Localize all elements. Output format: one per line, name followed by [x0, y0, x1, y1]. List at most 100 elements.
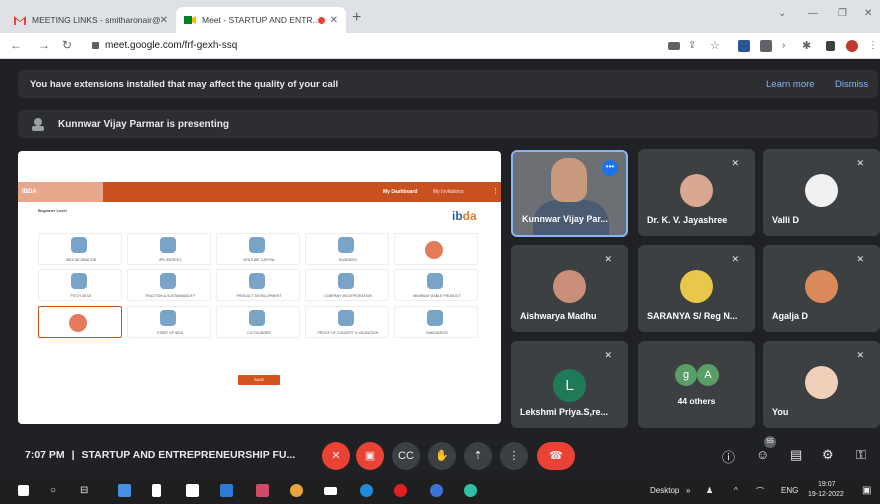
mic-off-icon: ✕	[856, 158, 864, 168]
tile-participant[interactable]: ✕ Aishwarya Madhu	[511, 245, 628, 332]
presenting-bar: Kunnwar Vijay Parmar is presenting	[18, 110, 878, 138]
desktop-label[interactable]: Desktop	[650, 486, 679, 495]
chrome-app-icon[interactable]	[464, 484, 477, 497]
photos-icon[interactable]	[256, 484, 269, 497]
word-extension-icon[interactable]	[738, 40, 750, 52]
module-label: START UP IDEA	[157, 331, 183, 335]
menu-icon[interactable]: ⋮	[868, 40, 878, 51]
module-illustration	[338, 273, 354, 289]
people-icon[interactable]: ☺	[756, 447, 769, 462]
learn-more-link[interactable]: Learn more	[766, 79, 815, 90]
chevron-down-icon[interactable]: ⌄	[778, 8, 786, 19]
star-icon[interactable]: ☆	[710, 39, 720, 52]
windows-start-icon[interactable]	[18, 485, 29, 496]
clock-date[interactable]: 19-12-2022	[808, 491, 844, 498]
zoom-icon[interactable]	[430, 484, 443, 497]
share-icon[interactable]: ⇪	[688, 40, 696, 51]
reload-icon[interactable]: ↻	[62, 38, 72, 52]
captions-button[interactable]: CC	[392, 442, 420, 470]
avatar[interactable]	[846, 40, 858, 52]
clock-time[interactable]: 19:07	[818, 481, 836, 488]
file-icon[interactable]	[152, 484, 161, 497]
chrome-icon[interactable]	[290, 484, 303, 497]
close-icon[interactable]: ✕	[330, 15, 338, 26]
chevron-up-icon[interactable]: ^	[734, 486, 738, 495]
host-controls-icon[interactable]: ⚿	[856, 447, 866, 463]
participant-name: Lekshmi Priya.S,re...	[520, 407, 609, 417]
module-card	[38, 306, 122, 338]
close-icon[interactable]: ✕	[160, 15, 168, 26]
leave-call-button[interactable]: ☎	[537, 442, 575, 470]
chevron-icon[interactable]: »	[686, 486, 690, 495]
language-label[interactable]: ENG	[781, 486, 798, 495]
tile-participant[interactable]: ✕ L Lekshmi Priya.S,re...	[511, 341, 628, 428]
tile-others[interactable]: g A 44 others	[638, 341, 755, 428]
module-label: CO-FOUNDER	[247, 331, 271, 335]
module-illustration	[427, 273, 443, 289]
app-icon[interactable]	[118, 484, 131, 497]
mail-icon[interactable]	[324, 487, 337, 495]
module-card: INNOVATION	[394, 306, 478, 338]
store-icon[interactable]	[186, 484, 199, 497]
tab-meeting-links[interactable]: MEETING LINKS - smitharonair@ ... ✕	[6, 7, 176, 33]
tile-participant[interactable]: ✕ Dr. K. V. Jayashree	[638, 149, 755, 236]
edge-icon[interactable]	[360, 484, 373, 497]
module-illustration	[160, 237, 176, 253]
puzzle-icon[interactable]: ✱	[802, 39, 811, 52]
raise-hand-button[interactable]: ✋	[428, 442, 456, 470]
sidepanel-icon[interactable]	[826, 41, 835, 51]
mic-toggle-button[interactable]: ✕	[322, 442, 350, 470]
extension-icon[interactable]	[760, 40, 772, 52]
tile-participant[interactable]: ✕ Valli D	[763, 149, 880, 236]
tile-presenter[interactable]: ••• Kunnwar Vijay Par...	[511, 150, 628, 237]
module-card: IPR (PATENT)	[127, 233, 211, 265]
tab-meet[interactable]: Meet - STARTUP AND ENTR... ✕	[176, 7, 346, 33]
close-window-button[interactable]: ✕	[864, 8, 872, 19]
network-icon[interactable]: ⌒	[756, 486, 764, 497]
arrow-extension-icon[interactable]: ›	[782, 40, 785, 51]
more-options-button[interactable]: ⋮	[500, 442, 528, 470]
participant-name: Kunnwar Vijay Par...	[522, 214, 608, 224]
back-icon[interactable]: ←	[10, 38, 22, 52]
restore-button[interactable]: ❐	[838, 8, 847, 19]
search-icon[interactable]: ○	[50, 485, 56, 496]
info-icon[interactable]: ⓘ	[722, 447, 735, 466]
menu-icon: ⋮	[492, 188, 499, 195]
tile-participant[interactable]: ✕ SARANYA S/ Reg N...	[638, 245, 755, 332]
module-label: PRODUCT DEVELOPMENT	[236, 294, 282, 298]
avatar	[805, 270, 838, 303]
minimize-button[interactable]: —	[808, 8, 818, 19]
task-view-icon[interactable]: ⊟	[80, 485, 88, 496]
presenter-face	[551, 158, 587, 202]
chat-icon[interactable]: ▤	[790, 447, 802, 463]
shared-screen: IBDA My Dashboard My Invitations ⋮ Begin…	[18, 151, 501, 424]
module-card: BUSINESS	[305, 233, 389, 265]
module-label: INNOVATION	[426, 331, 448, 335]
module-label: MINIMUM VIABLE PRODUCT	[413, 294, 461, 298]
notifications-icon[interactable]: ▣	[862, 485, 871, 496]
dismiss-button[interactable]: Dismiss	[835, 79, 868, 90]
extension-banner: You have extensions installed that may a…	[18, 70, 878, 98]
meeting-controls: 7:07 PM | STARTUP AND ENTREPRENEURSHIP F…	[0, 434, 880, 478]
opera-icon[interactable]	[394, 484, 407, 497]
camera-toggle-button[interactable]: ▣	[356, 442, 384, 470]
module-illustration	[71, 237, 87, 253]
mic-off-icon: ✕	[856, 350, 864, 360]
tile-self[interactable]: ✕ You	[763, 341, 880, 428]
presenting-text: Kunnwar Vijay Parmar is presenting	[58, 119, 229, 130]
teams-icon[interactable]	[220, 484, 233, 497]
module-illustration	[249, 310, 265, 326]
new-tab-button[interactable]: +	[352, 9, 361, 27]
avatar	[805, 366, 838, 399]
app-logo: IBDA	[18, 182, 103, 202]
present-button[interactable]: ⇡	[464, 442, 492, 470]
more-options-icon[interactable]: •••	[602, 160, 618, 176]
forward-icon[interactable]: →	[38, 38, 50, 52]
person-icon[interactable]: ♟	[706, 486, 713, 495]
url-field[interactable]: meet.google.com/frf-gexh-ssq	[105, 40, 237, 51]
activities-icon[interactable]: ⚙	[822, 447, 834, 463]
avatar: L	[553, 369, 586, 402]
taskbar: ○ ⊟ Desktop » ♟ ^ ⌒ ENG 19:07 19-12-2022…	[0, 478, 880, 504]
cast-icon[interactable]	[668, 42, 680, 50]
tile-participant[interactable]: ✕ Agalja D	[763, 245, 880, 332]
